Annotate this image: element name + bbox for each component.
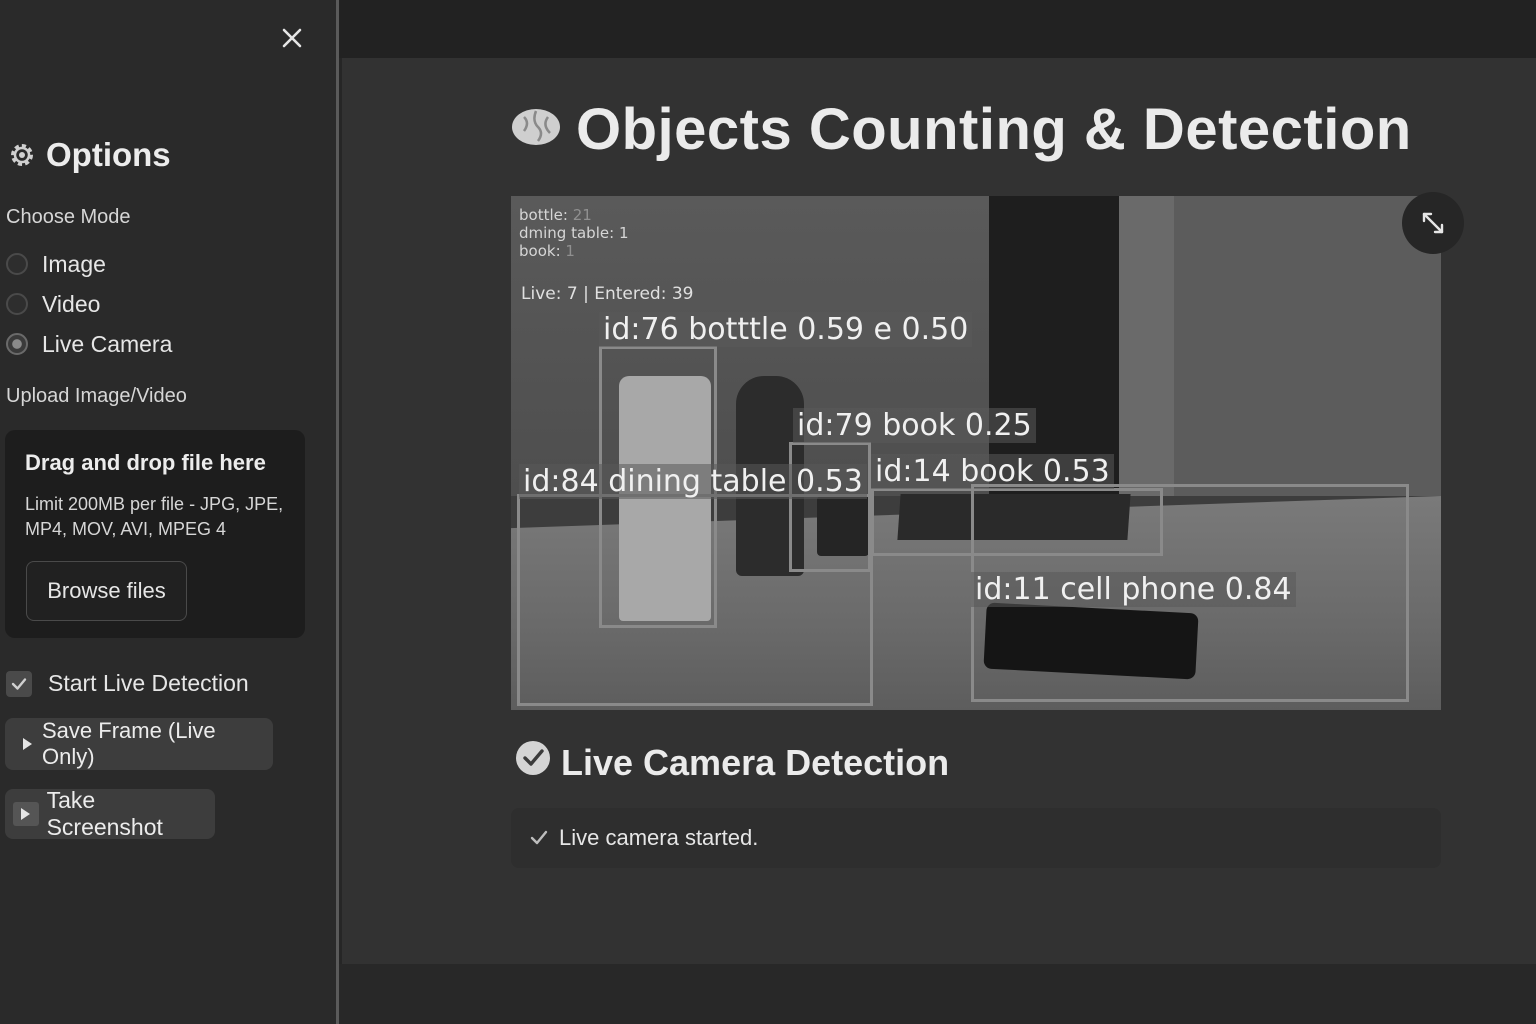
hud-table-count: 1 xyxy=(618,224,629,242)
status-message: Live camera started. xyxy=(511,808,1441,868)
status-text: Live camera started. xyxy=(559,825,759,850)
detection-label-dining-table: id:84 dining table 0.53 xyxy=(519,464,867,499)
hud-book-count: 1 xyxy=(565,242,575,260)
bottom-strip xyxy=(339,964,1536,1024)
radio-label-video: Video xyxy=(42,290,101,317)
radio-circle-video[interactable] xyxy=(6,293,28,315)
hud-class-counts: bottle: 21 dming table: 1 book: 1 xyxy=(519,206,628,260)
checkmark-icon xyxy=(11,677,27,690)
mode-radio-group: Image Video Live Camera xyxy=(6,244,172,364)
radio-circle-image[interactable] xyxy=(6,253,28,275)
live-camera-feed: bottle: 21 dming table: 1 book: 1 Live: … xyxy=(511,196,1441,710)
section-title-text: Live Camera Detection xyxy=(561,741,950,783)
radio-video[interactable]: Video xyxy=(6,284,172,324)
take-screenshot-label: Take Screenshot xyxy=(46,787,163,840)
options-heading: Options xyxy=(6,136,171,174)
sidebar-divider[interactable] xyxy=(336,0,339,1024)
bbox-dining-table xyxy=(517,494,873,706)
take-screenshot-button[interactable]: Take Screenshot xyxy=(5,787,215,840)
scene-door-frame xyxy=(1119,196,1174,496)
radio-image[interactable]: Image xyxy=(6,244,172,284)
start-live-detection-checkbox[interactable]: Start Live Detection xyxy=(6,670,249,697)
hud-table-label: dming table: xyxy=(519,224,615,242)
scene-wall-right xyxy=(1174,196,1441,496)
save-frame-button[interactable]: Save Frame (Live Only) xyxy=(5,718,273,770)
checkbox-box[interactable] xyxy=(6,670,32,697)
choose-mode-label: Choose Mode xyxy=(6,206,131,228)
gear-icon xyxy=(11,144,33,166)
expand-icon xyxy=(1422,212,1444,234)
page-title: Objects Counting & Detection xyxy=(510,96,1412,163)
radio-circle-live-camera[interactable] xyxy=(6,333,28,355)
detection-label-bottle: id:76 botttle 0.59 e 0.50 xyxy=(599,312,973,347)
upload-label: Upload Image/Video xyxy=(6,385,187,407)
browse-files-button[interactable]: Browse files xyxy=(26,561,187,621)
hud-bottle-count: 21 xyxy=(572,206,592,224)
sidebar: Options Choose Mode Image Video Live Cam… xyxy=(0,0,336,1024)
save-frame-label: Save Frame (Live Only) xyxy=(42,718,216,769)
top-header-bar xyxy=(339,0,1536,58)
hud-live-entered: Live: 7 | Entered: 39 xyxy=(521,284,694,304)
fullscreen-button[interactable] xyxy=(1402,192,1464,254)
close-icon xyxy=(282,28,302,48)
play-triangle-icon xyxy=(23,738,32,750)
radio-label-image: Image xyxy=(42,250,106,277)
dropzone-limit: Limit 200MB per file - JPG, JPE, MP4, MO… xyxy=(25,494,284,539)
dropzone-title: Drag and drop file here xyxy=(25,450,266,475)
file-dropzone[interactable]: Drag and drop file here Limit 200MB per … xyxy=(5,430,305,638)
brain-icon xyxy=(510,96,562,163)
radio-label-live-camera: Live Camera xyxy=(42,330,173,357)
radio-live-camera[interactable]: Live Camera xyxy=(6,324,172,364)
detection-label-cell-phone: id:11 cell phone 0.84 xyxy=(971,572,1296,607)
check-circle-icon xyxy=(515,740,551,785)
close-sidebar-button[interactable] xyxy=(276,22,308,54)
page-title-text: Objects Counting & Detection xyxy=(576,97,1412,162)
hud-book-label: book: xyxy=(519,242,561,260)
section-heading: Live Camera Detection xyxy=(515,740,949,785)
hud-bottle-label: bottle: xyxy=(519,206,568,224)
start-live-label: Start Live Detection xyxy=(48,670,249,696)
checkmark-icon xyxy=(530,830,548,845)
options-title-text: Options xyxy=(46,136,171,173)
scene-door xyxy=(989,196,1119,496)
play-box-icon xyxy=(13,802,39,826)
detection-label-book-79: id:79 book 0.25 xyxy=(793,408,1036,443)
